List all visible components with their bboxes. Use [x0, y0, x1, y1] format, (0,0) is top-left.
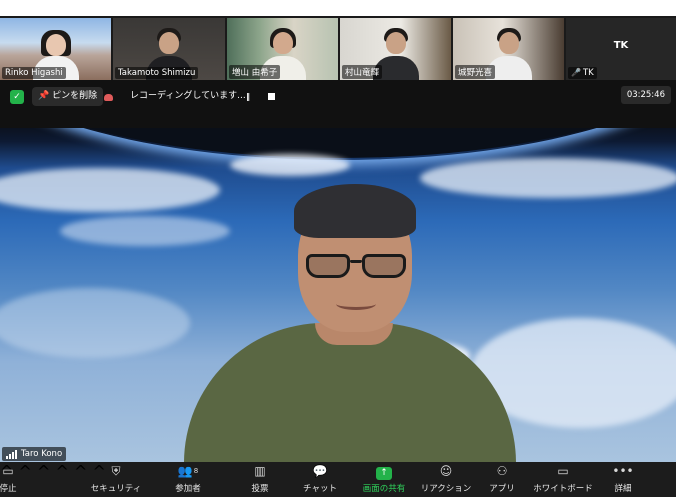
- chat-options-chevron-icon[interactable]: ^: [37, 462, 50, 481]
- speaker-name-tag: Taro Kono: [2, 447, 67, 461]
- zoom-meeting-window: Rinko Higashi Takamoto Shimizu 増山 由希子 村山…: [0, 16, 676, 497]
- participants-icon: 👥8: [177, 464, 199, 478]
- share-options-chevron-icon[interactable]: ^: [56, 462, 69, 481]
- chat-button[interactable]: 💬 チャット: [300, 462, 340, 497]
- remove-pin-label: ピンを削除: [52, 91, 98, 101]
- participant-initials: TK: [613, 40, 629, 51]
- participant-name: 村山竜輝: [342, 65, 383, 79]
- participant-tile[interactable]: 城野光喜: [453, 18, 564, 80]
- more-label: 詳細: [614, 484, 632, 494]
- shield-check-icon[interactable]: ✓: [10, 90, 24, 104]
- pause-recording-icon[interactable]: ‖: [246, 87, 250, 106]
- whiteboard-button[interactable]: ▭ ホワイトボード: [532, 462, 594, 497]
- participant-tile[interactable]: 村山竜輝: [340, 18, 451, 80]
- meeting-info-bar: ✓ 📌 ピンを削除 レコーディングしています... ‖ 03:25:46: [0, 80, 676, 128]
- participant-name: 🎤 TK: [568, 67, 597, 79]
- chat-label: チャット: [303, 484, 337, 494]
- recording-indicator: [104, 87, 120, 106]
- apps-icon: ⚇: [496, 464, 508, 478]
- speaker-name: Taro Kono: [21, 449, 63, 459]
- security-button[interactable]: ⛨ セキュリティ: [88, 462, 144, 497]
- gallery-strip: Rinko Higashi Takamoto Shimizu 増山 由希子 村山…: [0, 16, 676, 80]
- participant-name: 城野光喜: [455, 65, 496, 79]
- apps-button[interactable]: ⚇ アプリ: [484, 462, 520, 497]
- stop-video-label: 停止: [0, 484, 17, 494]
- stop-video-button[interactable]: ▭ 停止: [0, 462, 28, 497]
- participant-tile[interactable]: TK 🎤 TK: [566, 18, 676, 80]
- participants-label: 参加者: [175, 484, 201, 494]
- poll-label: 投票: [251, 484, 269, 494]
- whiteboard-label: ホワイトボード: [533, 484, 593, 494]
- recording-status-text: レコーディングしています...: [130, 91, 246, 101]
- security-label: セキュリティ: [90, 484, 142, 494]
- recording-icon: [104, 94, 113, 101]
- share-screen-button[interactable]: ↑ 画面の共有: [354, 462, 414, 497]
- stop-video-icon: ▭: [2, 464, 14, 478]
- poll-button[interactable]: ▥ 投票: [244, 462, 276, 497]
- shield-icon: ⛨: [111, 464, 121, 478]
- share-screen-label: 画面の共有: [362, 484, 406, 494]
- mic-muted-icon: 🎤: [571, 68, 581, 77]
- cloud: [230, 154, 350, 176]
- more-button[interactable]: ••• 詳細: [608, 462, 638, 497]
- reaction-icon: ☺: [439, 464, 453, 478]
- reaction-options-chevron-icon[interactable]: ^: [74, 462, 87, 481]
- whiteboard-icon: ▭: [557, 464, 569, 478]
- cloud: [420, 158, 676, 198]
- speaker-smile: [336, 298, 376, 310]
- meeting-toolbar: ▭ 停止 ^ ⛨ セキュリティ 👥8 参加者 ^ ▥ 投票 💬 チャット ^ ↑…: [0, 462, 676, 497]
- stop-recording-icon[interactable]: [268, 93, 275, 100]
- more-icon: •••: [612, 464, 634, 478]
- participant-name: 増山 由希子: [229, 65, 281, 79]
- main-speaker-video[interactable]: Taro Kono: [0, 128, 676, 462]
- participant-count: 8: [193, 467, 199, 475]
- participant-tile[interactable]: Takamoto Shimizu: [113, 18, 225, 80]
- cloud: [0, 168, 220, 212]
- participant-tile[interactable]: Rinko Higashi: [0, 18, 111, 80]
- participant-name-text: TK: [582, 68, 594, 78]
- signal-strength-icon: [6, 449, 18, 459]
- chat-icon: 💬: [312, 464, 328, 478]
- cloud: [0, 288, 190, 358]
- meeting-timer: 03:25:46: [620, 86, 671, 104]
- poll-icon: ▥: [254, 464, 266, 478]
- speaker-hair: [294, 184, 416, 238]
- share-screen-icon: ↑: [354, 462, 414, 480]
- apps-label: アプリ: [489, 484, 515, 494]
- participant-tile[interactable]: 増山 由希子: [227, 18, 338, 80]
- remove-pin-button[interactable]: 📌 ピンを削除: [32, 87, 104, 106]
- cloud: [60, 216, 230, 246]
- pin-icon: 📌: [38, 91, 50, 101]
- participants-button[interactable]: 👥8 参加者: [168, 462, 208, 497]
- participant-name: Rinko Higashi: [2, 67, 66, 79]
- reaction-label: リアクション: [420, 484, 472, 494]
- speaker-glasses: [306, 254, 406, 280]
- participant-name: Takamoto Shimizu: [115, 67, 199, 79]
- reaction-button[interactable]: ☺ リアクション: [420, 462, 472, 497]
